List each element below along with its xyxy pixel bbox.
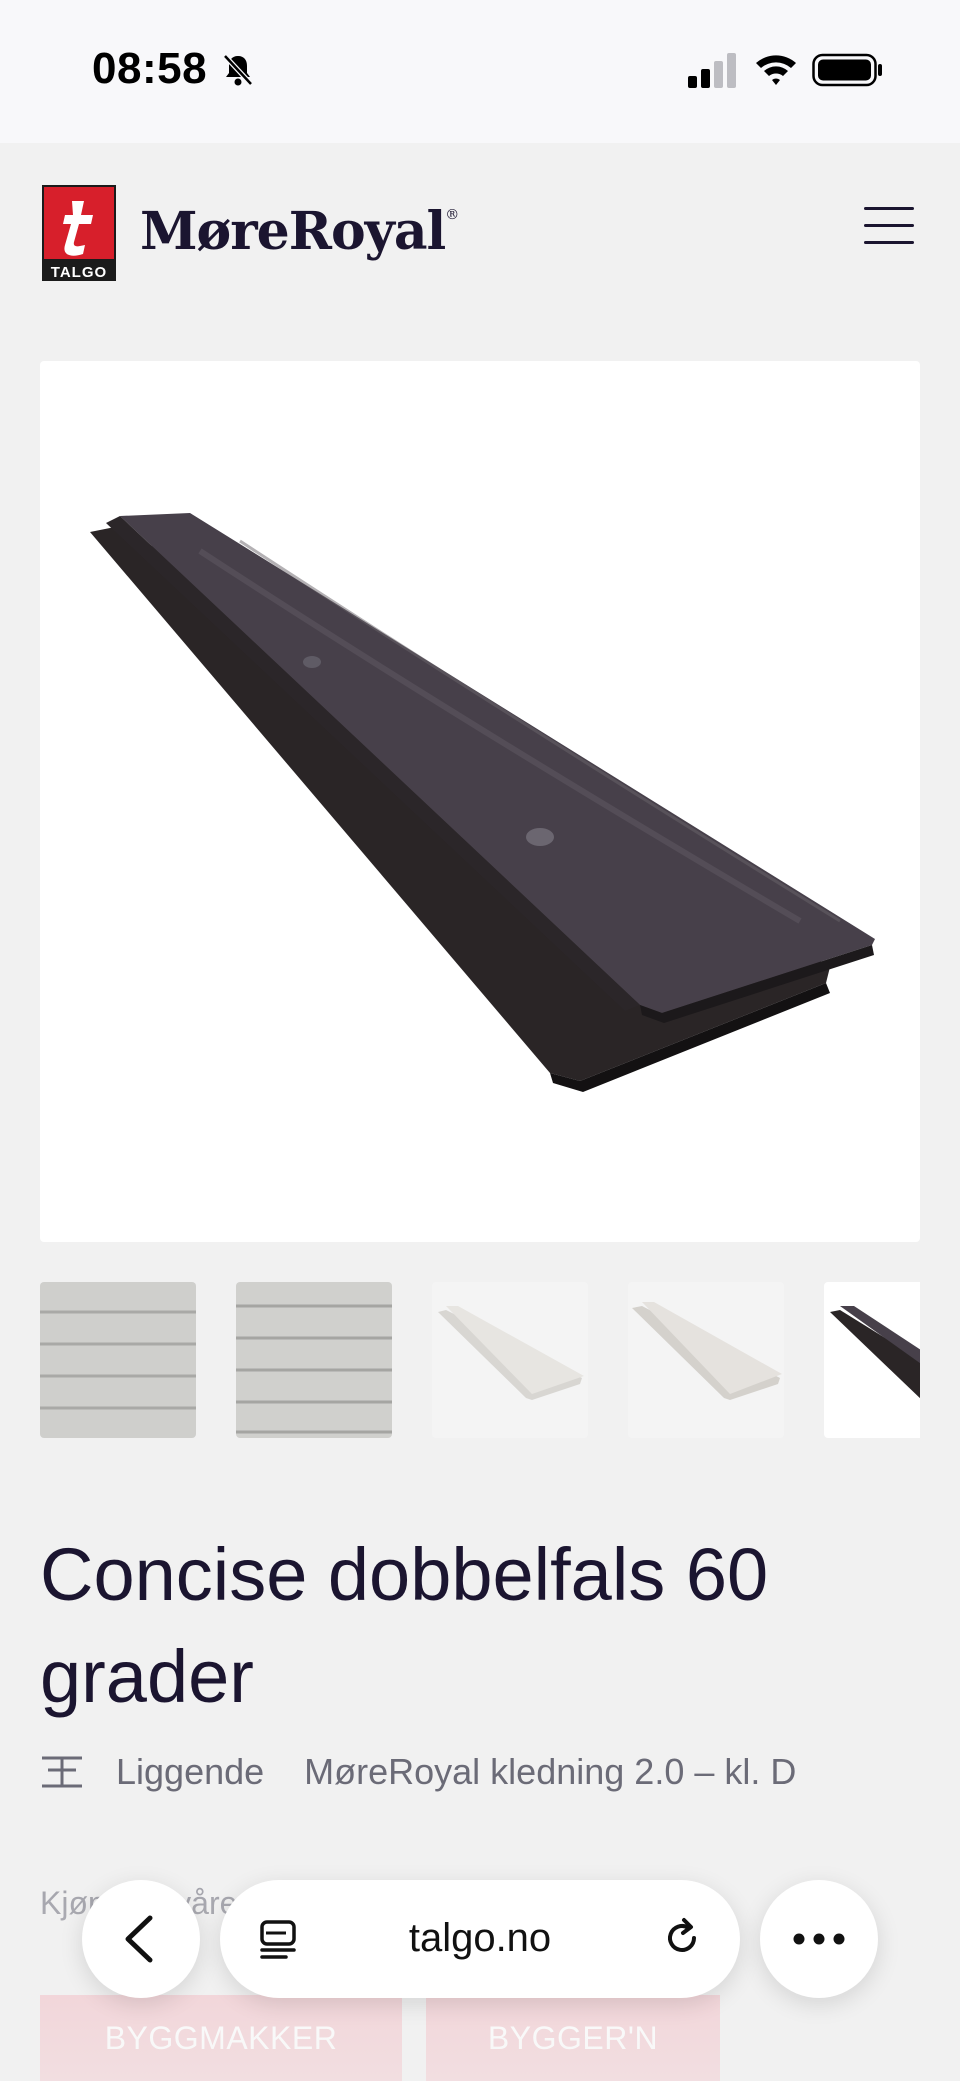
thumbnail-white-board-pair[interactable] <box>432 1282 588 1438</box>
horizontal-panel-icon <box>42 1756 82 1788</box>
registered-mark: ® <box>445 207 459 223</box>
brand-name[interactable]: MøreRoyal® <box>140 201 459 262</box>
status-time: 08:58 <box>92 44 208 93</box>
thumbnail-grey-panel-wall-alt[interactable] <box>236 1282 392 1438</box>
thumbnail-dark-board-pair[interactable] <box>824 1282 920 1438</box>
more-options-button[interactable] <box>760 1880 878 1998</box>
cellular-signal-icon <box>688 53 736 88</box>
battery-icon <box>812 53 882 87</box>
bell-slash-icon <box>223 54 253 86</box>
thumbnail-grey-panel-wall[interactable] <box>40 1282 196 1438</box>
status-bar: 08:58 <box>0 0 960 143</box>
back-button[interactable] <box>82 1880 200 1998</box>
thumbnail-strip[interactable] <box>40 1282 920 1438</box>
product-main-image[interactable] <box>40 361 920 1242</box>
dark-board-illustration <box>90 513 875 1092</box>
logo-caption: TALGO <box>50 264 108 281</box>
product-attributes: Liggende MøreRoyal kledning 2.0 – kl. D <box>40 1744 796 1800</box>
address-bar[interactable]: talgo.no <box>220 1880 740 1998</box>
site-header: TALGO MøreRoyal® <box>0 143 960 323</box>
orientation-label: Liggende <box>116 1751 265 1792</box>
series-label[interactable]: MøreRoyal kledning 2.0 – kl. D <box>304 1751 796 1793</box>
retailer-button-byggmakker[interactable]: BYGGMAKKER <box>40 1995 402 2081</box>
thumbnail-white-board-pair-alt[interactable] <box>628 1282 784 1438</box>
brand-name-text: MøreRoyal <box>140 201 446 262</box>
retailer-button-byggern[interactable]: BYGGER'N <box>426 1995 720 2081</box>
more-dots-icon <box>793 1933 845 1945</box>
back-chevron-icon <box>125 1915 153 1963</box>
reload-icon[interactable] <box>660 1916 704 1960</box>
hamburger-menu-icon[interactable] <box>864 207 914 253</box>
wifi-icon <box>756 55 796 85</box>
product-title: Concise dobbelfals 60 grader <box>40 1533 769 1718</box>
